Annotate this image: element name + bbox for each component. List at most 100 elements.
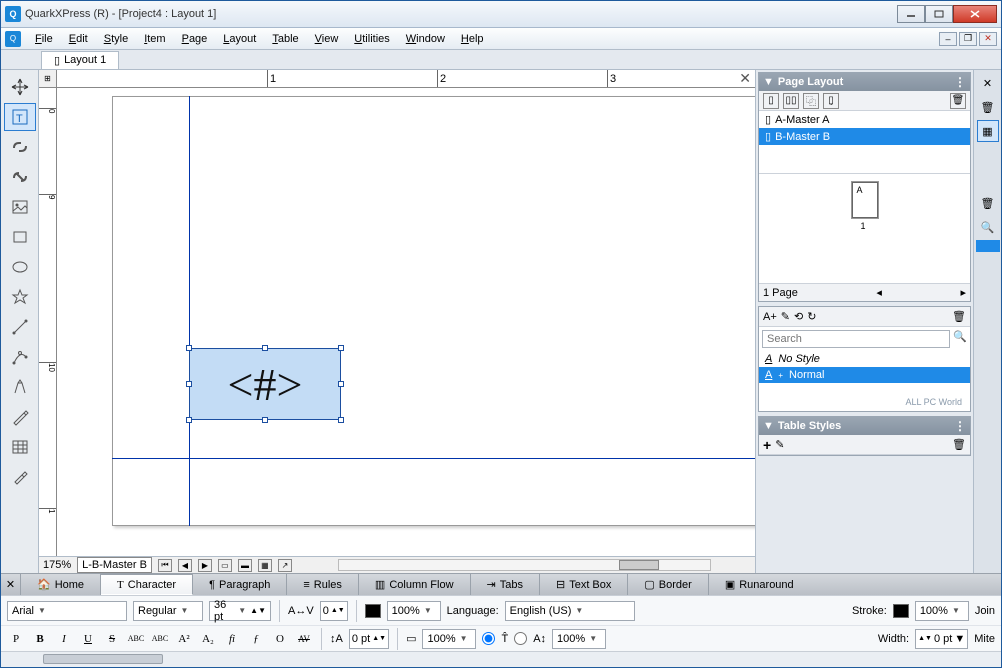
table-tool-icon[interactable] — [4, 433, 36, 461]
scrollbar-thumb[interactable] — [619, 560, 659, 570]
hscale-radio[interactable] — [482, 632, 495, 645]
doc-tab[interactable]: ▯ Layout 1 — [41, 51, 119, 69]
font-weight-combo[interactable]: Regular▼ — [133, 601, 203, 621]
duplicate-icon[interactable]: ⿻ — [803, 93, 819, 109]
stroke-color-swatch[interactable] — [893, 604, 909, 618]
ruler-corner[interactable]: ⊞ — [39, 70, 57, 88]
trash-icon[interactable]: 🗑 — [952, 310, 966, 323]
selected-text-box[interactable]: <#> — [189, 348, 341, 420]
panel-header[interactable]: ▼ Page Layout ⋮ — [759, 73, 970, 91]
move-tool-icon[interactable] — [4, 73, 36, 101]
pen-tool-icon[interactable] — [4, 373, 36, 401]
pencil-tool-icon[interactable] — [4, 403, 36, 431]
prev-page-button[interactable]: ◀ — [178, 559, 192, 572]
panel-menu-icon[interactable]: ⋮ — [954, 75, 966, 89]
plain-button[interactable]: P — [7, 630, 25, 648]
scroll-left-icon[interactable]: ◂ — [876, 286, 882, 299]
eyedropper-tool-icon[interactable] — [4, 463, 36, 491]
page-indicator[interactable]: L-B-Master B — [77, 557, 152, 573]
function-button[interactable]: ƒ — [247, 630, 265, 648]
master-item-selected[interactable]: ▯B-Master B — [759, 128, 970, 145]
grid-strip-icon[interactable]: ▦ — [977, 120, 999, 142]
scroll-right-icon[interactable]: ▸ — [960, 286, 966, 299]
vertical-ruler[interactable]: 0 9 10 1 — [39, 88, 57, 556]
stepper-icon[interactable]: ▲▼ — [918, 635, 932, 642]
ribbon-tab-paragraph[interactable]: ¶Paragraph — [193, 574, 287, 595]
ribbon-tab-rules[interactable]: ≡Rules — [287, 574, 359, 595]
edit-icon[interactable]: ✎ — [775, 438, 784, 451]
tracking-spinner[interactable]: 0▲▼ — [320, 601, 348, 621]
style-item-normal[interactable]: A+Normal — [759, 367, 970, 383]
app-menu-icon[interactable]: Q — [5, 31, 21, 47]
mdi-restore[interactable]: ❐ — [959, 32, 977, 46]
mdi-minimize[interactable]: – — [939, 32, 957, 46]
rect-tool-icon[interactable] — [4, 223, 36, 251]
text-tool-icon[interactable]: T — [4, 103, 36, 131]
ribbon-tab-runaround[interactable]: ▣Runaround — [709, 574, 810, 595]
view-mode-3-icon[interactable]: ▦ — [258, 559, 272, 572]
menu-style[interactable]: Style — [96, 31, 136, 47]
oval-tool-icon[interactable] — [4, 253, 36, 281]
ligature-button[interactable]: fi — [223, 630, 241, 648]
line-tool-icon[interactable] — [4, 313, 36, 341]
italic-button[interactable]: I — [55, 630, 73, 648]
baseline-spinner[interactable]: 0 pt▲▼ — [349, 629, 389, 649]
resize-handle[interactable] — [338, 417, 344, 423]
trash-icon[interactable]: 🗑 — [950, 93, 966, 109]
view-mode-2-icon[interactable]: ▬ — [238, 559, 252, 572]
style-item-nostyle[interactable]: ANo Style — [759, 351, 970, 367]
menu-view[interactable]: View — [307, 31, 347, 47]
stroke-opacity-combo[interactable]: 100%▼ — [915, 601, 969, 621]
page-thumbnail[interactable]: A 1 — [852, 182, 878, 218]
underline-button[interactable]: U — [79, 630, 97, 648]
ribbon-tab-textbox[interactable]: ⊟Text Box — [540, 574, 628, 595]
unlink-tool-icon[interactable] — [4, 163, 36, 191]
color-opacity-combo[interactable]: 100%▼ — [387, 601, 441, 621]
ribbon-tab-character[interactable]: TCharacter — [101, 574, 193, 595]
panel-close-icon[interactable]: ✕ — [977, 72, 999, 94]
panel-area-close-icon[interactable]: ✕ — [739, 70, 751, 87]
strike-button[interactable]: S — [103, 630, 121, 648]
close-button[interactable] — [953, 5, 997, 23]
resize-handle[interactable] — [186, 417, 192, 423]
resize-handle[interactable] — [186, 381, 192, 387]
resize-handle[interactable] — [338, 345, 344, 351]
section-icon[interactable]: ▯̣ — [823, 93, 839, 109]
ribbon-tab-tabs[interactable]: ⇥Tabs — [471, 574, 540, 595]
facing-page-icon[interactable]: ▯▯ — [783, 93, 799, 109]
menu-layout[interactable]: Layout — [215, 31, 264, 47]
hscale-combo[interactable]: 100%▼ — [422, 629, 476, 649]
link-tool-icon[interactable] — [4, 133, 36, 161]
single-page-icon[interactable]: ▯ — [763, 93, 779, 109]
menu-edit[interactable]: Edit — [61, 31, 96, 47]
zoom-value[interactable]: 175% — [43, 559, 71, 571]
resize-handle[interactable] — [186, 345, 192, 351]
ribbon-close-icon[interactable]: ✕ — [1, 574, 21, 595]
stepper-icon[interactable]: ▲▼ — [331, 607, 345, 614]
trash-strip-icon[interactable]: 🗑 — [977, 192, 999, 214]
trash-icon[interactable]: 🗑 — [952, 438, 966, 451]
view-mode-1-icon[interactable]: ▭ — [218, 559, 232, 572]
bold-button[interactable]: B — [31, 630, 49, 648]
panel-menu-icon[interactable]: ⋮ — [954, 419, 966, 433]
page-canvas[interactable]: <#> — [57, 88, 755, 556]
menu-file[interactable]: File — [27, 31, 61, 47]
bezier-tool-icon[interactable] — [4, 343, 36, 371]
stepper-icon[interactable]: ▲▼ — [372, 635, 386, 642]
ribbon-tab-columnflow[interactable]: ▥Column Flow — [359, 574, 471, 595]
vscale-combo[interactable]: 100%▼ — [552, 629, 606, 649]
width-spinner[interactable]: ▲▼0 pt▼ — [915, 629, 968, 649]
expand-icon[interactable]: ↗ — [278, 559, 292, 572]
menu-page[interactable]: Page — [174, 31, 216, 47]
update-style-icon[interactable]: ↻ — [807, 310, 816, 323]
resize-handle[interactable] — [262, 345, 268, 351]
ribbon-tab-home[interactable]: 🏠Home — [21, 574, 101, 595]
mdi-close[interactable]: ✕ — [979, 32, 997, 46]
outline-button[interactable]: O — [271, 630, 289, 648]
superscript-button[interactable]: A² — [175, 630, 193, 648]
color-strip-icon[interactable] — [976, 240, 1000, 252]
resize-handle[interactable] — [338, 381, 344, 387]
master-item[interactable]: ▯A-Master A — [759, 111, 970, 128]
search-icon[interactable]: 🔍 — [953, 330, 967, 348]
text-color-swatch[interactable] — [365, 604, 381, 618]
